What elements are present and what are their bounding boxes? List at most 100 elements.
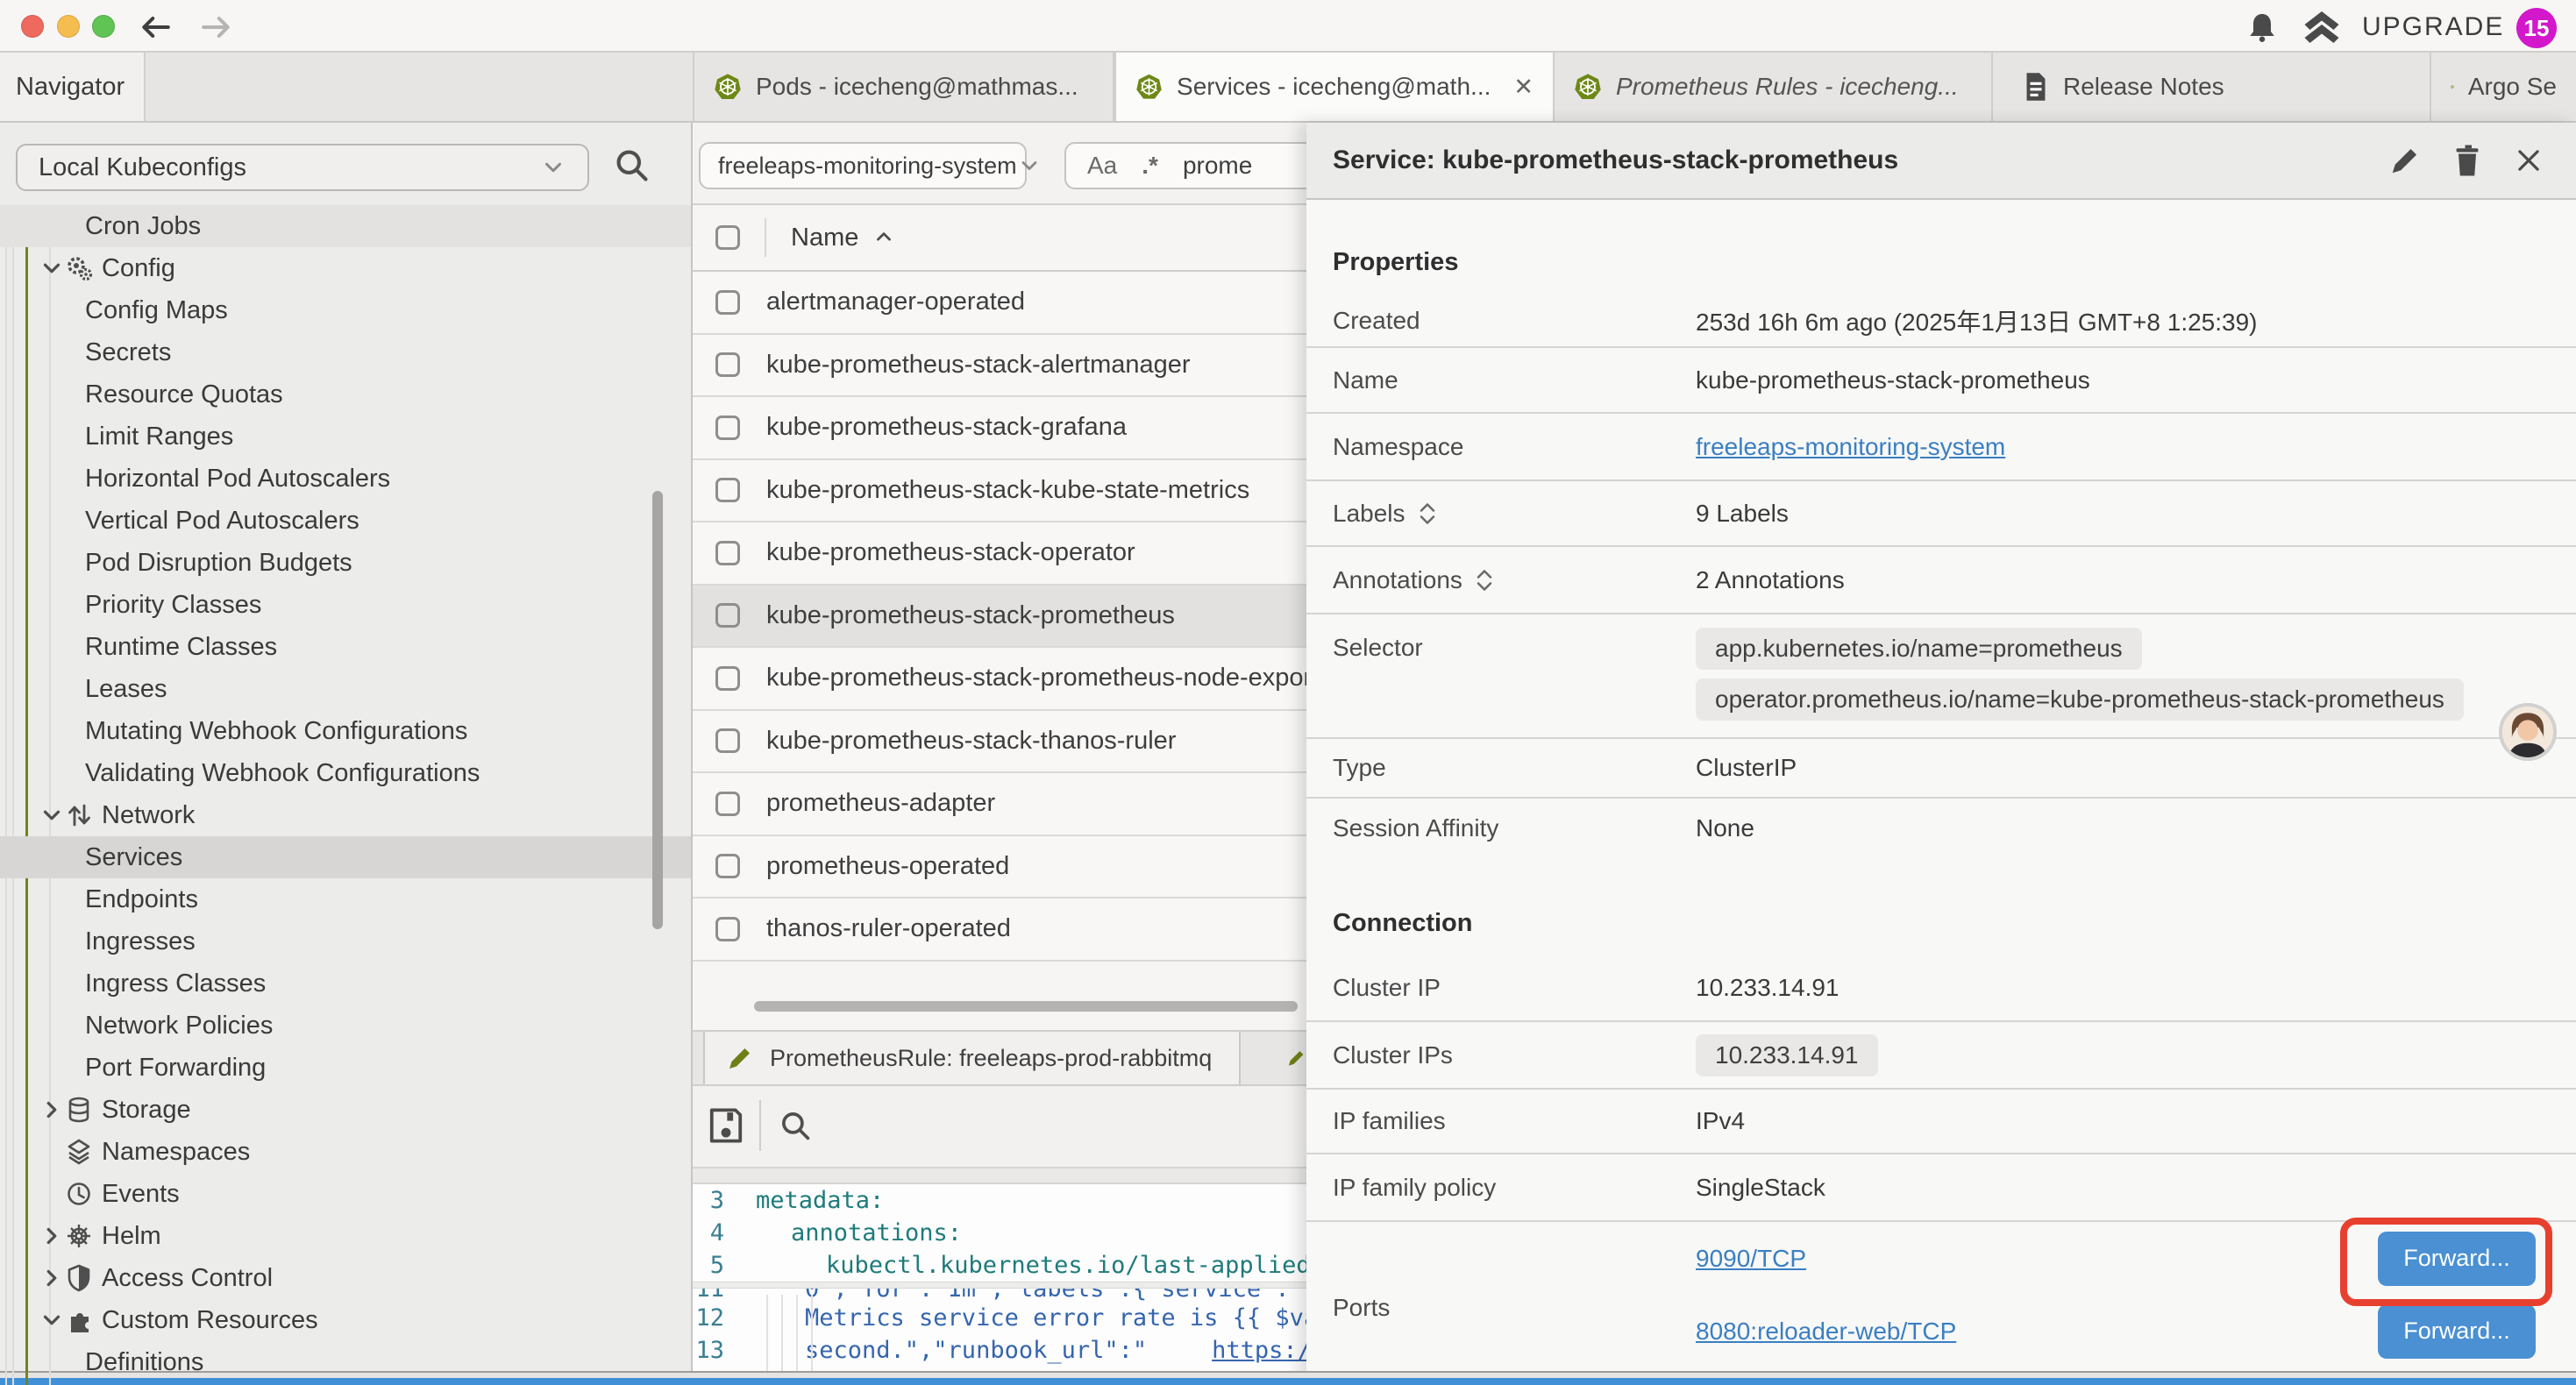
sidebar-item[interactable]: Runtime Classes xyxy=(0,626,691,668)
sidebar-item[interactable]: Validating Webhook Configurations xyxy=(0,752,691,794)
search-icon[interactable] xyxy=(612,146,651,184)
delete-trash-icon[interactable] xyxy=(2451,143,2483,178)
sidebar-item[interactable]: Network xyxy=(0,794,691,836)
tab-prometheus-rules[interactable]: Prometheus Rules - icecheng... xyxy=(1555,53,1993,121)
sidebar-item[interactable]: Priority Classes xyxy=(0,584,691,626)
table-row[interactable]: kube-prometheus-stack-alertmanager xyxy=(693,335,1306,398)
table-row[interactable]: thanos-ruler-operated xyxy=(693,898,1306,962)
runbook-url-link[interactable]: https://net xyxy=(1212,1337,1306,1364)
table-row[interactable]: prometheus-operated xyxy=(693,836,1306,899)
notification-count-badge[interactable]: 15 xyxy=(2516,8,2557,48)
forward-button[interactable]: Forward... xyxy=(2378,1304,2536,1359)
select-all-checkbox[interactable] xyxy=(715,225,740,250)
sidebar-item[interactable]: Mutating Webhook Configurations xyxy=(0,710,691,752)
name-column-header[interactable]: Name xyxy=(791,224,858,252)
row-checkbox[interactable] xyxy=(715,728,740,753)
navigator-panel-tab[interactable]: Navigator xyxy=(0,53,146,121)
tab-argo[interactable]: Argo Se xyxy=(2431,53,2576,121)
sidebar-item[interactable]: Services xyxy=(0,836,691,878)
sidebar-item[interactable]: Config xyxy=(0,247,691,289)
row-checkbox[interactable] xyxy=(715,603,740,628)
notifications-bell-icon[interactable] xyxy=(2245,10,2280,45)
editor-tab-prometheusrule[interactable]: PrometheusRule: freeleaps-prod-rabbitmq xyxy=(703,1032,1241,1084)
tab-pods[interactable]: Pods - icecheng@mathmas... xyxy=(693,53,1114,121)
row-checkbox[interactable] xyxy=(715,917,740,941)
row-checkbox[interactable] xyxy=(715,792,740,816)
horizontal-scrollbar[interactable] xyxy=(754,1001,1298,1012)
table-row[interactable]: prometheus-adapter xyxy=(693,773,1306,836)
row-checkbox[interactable] xyxy=(715,352,740,377)
upgrade-icon[interactable] xyxy=(2299,9,2345,46)
avatar[interactable] xyxy=(2499,703,2557,761)
sidebar-item[interactable]: Access Control xyxy=(0,1257,691,1299)
expand-sort-icon[interactable] xyxy=(1418,501,1437,526)
sidebar-item[interactable]: Helm xyxy=(0,1215,691,1257)
yaml-editor[interactable]: 3metadata: 4annotations: 5kubectl.kubern… xyxy=(693,1184,1306,1385)
sidebar-item[interactable]: Cron Jobs xyxy=(0,205,691,247)
tree-chevron-icon[interactable] xyxy=(39,255,65,281)
sort-ascending-icon[interactable] xyxy=(872,226,895,249)
sidebar-item[interactable]: Limit Ranges xyxy=(0,416,691,458)
selector-chip[interactable]: app.kubernetes.io/name=prometheus xyxy=(1696,628,2142,670)
row-checkbox[interactable] xyxy=(715,290,740,315)
namespace-selector[interactable]: freeleaps-monitoring-system xyxy=(699,142,1027,189)
panel-separator[interactable] xyxy=(693,1167,1306,1184)
sidebar-item[interactable]: Config Maps xyxy=(0,289,691,331)
tab-release-notes[interactable]: Release Notes xyxy=(1993,53,2431,121)
match-case-toggle[interactable]: Aa xyxy=(1087,152,1117,180)
save-icon[interactable] xyxy=(707,1105,745,1146)
window-close-button[interactable] xyxy=(21,15,44,38)
kubeconfig-selector[interactable]: Local Kubeconfigs xyxy=(16,144,589,191)
table-row[interactable]: kube-prometheus-stack-prometheus-node-ex… xyxy=(693,648,1306,711)
row-checkbox[interactable] xyxy=(715,541,740,565)
sidebar-item[interactable]: Port Forwarding xyxy=(0,1047,691,1089)
row-checkbox[interactable] xyxy=(715,478,740,502)
editor-tab-partial[interactable] xyxy=(1242,1032,1306,1084)
sidebar-item[interactable]: Events xyxy=(0,1173,691,1215)
close-tab-icon[interactable]: ✕ xyxy=(1505,74,1534,101)
tree-chevron-icon[interactable] xyxy=(39,1223,65,1249)
sidebar-item[interactable]: Leases xyxy=(0,668,691,710)
regex-toggle[interactable]: .* xyxy=(1142,152,1158,180)
row-checkbox[interactable] xyxy=(715,416,740,440)
name-filter-input[interactable]: Aa .* prome xyxy=(1064,142,1306,189)
sidebar-item[interactable]: Horizontal Pod Autoscalers xyxy=(0,458,691,500)
window-zoom-button[interactable] xyxy=(92,15,115,38)
namespace-link[interactable]: freeleaps-monitoring-system xyxy=(1696,433,2005,461)
table-row[interactable]: kube-prometheus-stack-kube-state-metrics xyxy=(693,460,1306,523)
sidebar-item[interactable]: Ingresses xyxy=(0,920,691,962)
table-row[interactable]: kube-prometheus-stack-grafana xyxy=(693,397,1306,460)
tree-chevron-icon[interactable] xyxy=(39,802,65,828)
port-link[interactable]: 9090/TCP xyxy=(1696,1245,1806,1273)
forward-arrow-icon[interactable] xyxy=(198,11,233,43)
upgrade-button[interactable]: UPGRADE xyxy=(2362,12,2504,42)
sidebar-item[interactable]: Secrets xyxy=(0,331,691,373)
row-checkbox[interactable] xyxy=(715,854,740,878)
table-row[interactable]: kube-prometheus-stack-prometheus xyxy=(693,586,1306,649)
sidebar-item[interactable]: Namespaces xyxy=(0,1131,691,1173)
sidebar-item[interactable]: Vertical Pod Autoscalers xyxy=(0,500,691,542)
tree-chevron-icon[interactable] xyxy=(39,1097,65,1123)
row-checkbox[interactable] xyxy=(715,666,740,691)
sidebar-item[interactable]: Ingress Classes xyxy=(0,962,691,1005)
cluster-ips-chip[interactable]: 10.233.14.91 xyxy=(1696,1034,1878,1076)
table-row[interactable]: kube-prometheus-stack-thanos-ruler xyxy=(693,711,1306,774)
tab-services[interactable]: Services - icecheng@math... ✕ xyxy=(1114,53,1555,121)
edit-pencil-icon[interactable] xyxy=(2388,144,2422,177)
sidebar-scrollbar[interactable] xyxy=(652,491,663,929)
sidebar-item[interactable]: Network Policies xyxy=(0,1005,691,1047)
sidebar-item[interactable]: Endpoints xyxy=(0,878,691,920)
window-minimize-button[interactable] xyxy=(57,15,80,38)
port-link[interactable]: 8080:reloader-web/TCP xyxy=(1696,1318,1956,1346)
tree-chevron-icon[interactable] xyxy=(39,1265,65,1291)
sidebar-item[interactable]: Custom Resources xyxy=(0,1299,691,1341)
table-row[interactable]: kube-prometheus-stack-operator xyxy=(693,522,1306,586)
sidebar-item[interactable]: Storage xyxy=(0,1089,691,1131)
back-arrow-icon[interactable] xyxy=(139,11,174,43)
tree-chevron-icon[interactable] xyxy=(39,1307,65,1333)
sidebar-item[interactable]: Resource Quotas xyxy=(0,373,691,416)
editor-search-icon[interactable] xyxy=(777,1107,814,1144)
close-icon[interactable] xyxy=(2513,145,2544,176)
expand-sort-icon[interactable] xyxy=(1475,568,1494,593)
sidebar-item[interactable]: Definitions xyxy=(0,1341,691,1383)
